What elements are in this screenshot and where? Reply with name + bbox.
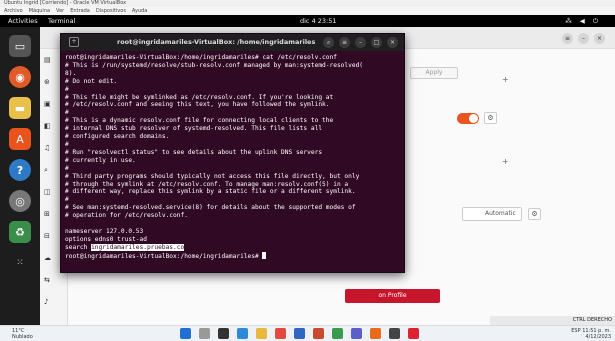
terminal-prompt-line: root@ingridamariles-VirtualBox:/home/ing…	[65, 251, 400, 261]
terminal-line: # See man:systemd-resolved.service(8) fo…	[65, 204, 356, 212]
close-icon[interactable]: ×	[594, 33, 605, 44]
minimize-icon[interactable]: –	[578, 33, 589, 44]
vbox-menubar: Archivo Máquina Ver Entrada Dispositivos…	[0, 7, 615, 15]
vbox-menu-dispositivos[interactable]: Dispositivos	[96, 7, 126, 15]
terminal-line: ​	[65, 220, 400, 228]
virtualbox-icon[interactable]	[370, 328, 381, 339]
start-icon[interactable]	[180, 328, 191, 339]
terminal-lines: root@ingridamariles-VirtualBox:/home/ing…	[65, 54, 400, 244]
clock[interactable]: dic 4 23:51	[300, 15, 337, 27]
terminal-line: nameserver 127.0.0.53	[65, 227, 144, 235]
close-icon[interactable]: ×	[387, 37, 398, 48]
activities-button[interactable]: Activities	[8, 15, 38, 27]
selected-search-domain: ingridamariles.pruebas.co	[91, 243, 185, 251]
vbox-menu-ayuda[interactable]: Ayuda	[132, 7, 147, 15]
weather-desc: Nublado	[12, 334, 33, 340]
menu-icon[interactable]: ≡	[339, 37, 350, 48]
proxy-mode-select[interactable]: Automatic	[462, 207, 522, 221]
help-icon[interactable]: ?	[9, 159, 31, 181]
terminal-output[interactable]: root@ingridamariles-VirtualBox:/home/ing…	[61, 51, 404, 274]
firefox-icon[interactable]: ◉	[9, 66, 31, 88]
terminal-line: # operation for /etc/resolv.conf.	[65, 212, 188, 220]
search-icon[interactable]: ⌕	[323, 37, 334, 48]
vbox-menu-entrada[interactable]: Entrada	[70, 7, 90, 15]
files-icon[interactable]: ▬	[9, 97, 31, 119]
show-apps-icon[interactable]: ⁙	[9, 252, 31, 274]
word-icon[interactable]	[294, 328, 305, 339]
terminal-window-controls: ⌕ ≡ – □ ×	[323, 37, 398, 48]
sidebar-item-sound-icon[interactable]: ♪	[40, 291, 67, 313]
add-icon[interactable]: +	[502, 157, 509, 166]
app-center-icon[interactable]: A	[9, 128, 31, 150]
gear-icon[interactable]: ⚙	[528, 208, 541, 220]
app-icon[interactable]	[408, 328, 419, 339]
weather-widget[interactable]: 11°C Nublado	[12, 328, 33, 340]
ubuntu-top-bar: Activities Terminal dic 4 23:51 ⁂ ◀ ⏻	[0, 15, 615, 27]
vbox-menu-ver[interactable]: Ver	[56, 7, 64, 15]
powerpoint-icon[interactable]	[313, 328, 324, 339]
text-cursor	[262, 251, 267, 259]
tray-date: 4/12/2023	[585, 334, 611, 340]
add-icon[interactable]: +	[502, 75, 509, 84]
maximize-icon[interactable]: □	[371, 37, 382, 48]
terminal-search-line: search ingridamariles.pruebas.co	[65, 243, 400, 252]
taskbar-apps	[180, 328, 419, 339]
windows-taskbar: 11°C Nublado ESP 11:51 p. m. 4/12/2023	[0, 325, 615, 341]
terminal-icon[interactable]: ▭	[9, 35, 31, 57]
tray-language: ESP	[571, 328, 581, 334]
terminal-window[interactable]: + root@ingridamariles-VirtualBox: /home/…	[60, 33, 405, 273]
settings-window-controls: ≡ – ×	[562, 33, 605, 44]
vbox-window-title: Ubuntu Ingrid [Corriendo] - Oracle VM Vi…	[0, 0, 615, 7]
profile-button[interactable]: on Profile	[345, 289, 440, 303]
teams-icon[interactable]	[351, 328, 362, 339]
terminal-prompt: root@ingridamariles-VirtualBox:/home/ing…	[65, 252, 263, 260]
terminal-line: # This is /run/systemd/resolve/stub-reso…	[65, 61, 364, 69]
system-menu-icons[interactable]: ⁂ ◀ ⏻	[565, 15, 601, 27]
terminal-title: root@ingridamariles-VirtualBox: /home/in…	[117, 38, 316, 46]
ubuntu-dock: ▭ ◉ ▬ A ? ◎ ♻ ⁙	[0, 27, 40, 325]
terminal-line: # currently in use.	[65, 156, 136, 164]
chrome-icon[interactable]	[275, 328, 286, 339]
trash-icon[interactable]: ♻	[9, 221, 31, 243]
terminal-line: options edns0 trust-ad	[65, 235, 147, 243]
terminal-line: #	[65, 164, 69, 172]
terminal-line: # configured search domains.	[65, 133, 170, 141]
terminal-line: root@ingridamariles-VirtualBox:/home/ing…	[65, 54, 337, 61]
terminal-line: # Third party programs should typically …	[65, 172, 360, 180]
terminal-line: # /etc/resolv.conf and seeing this text,…	[65, 101, 330, 109]
terminal-line: # Run "resolvectl status" to see details…	[65, 148, 323, 156]
edge-icon[interactable]	[237, 328, 248, 339]
connection-toggle[interactable]	[457, 113, 479, 124]
terminal-line: # This file might be symlinked as /etc/r…	[65, 93, 334, 101]
search-icon[interactable]	[199, 328, 210, 339]
terminal-line: # internal DNS stub resolver of systemd-…	[65, 125, 323, 133]
terminal-line: # Do not edit.	[65, 77, 118, 85]
terminal-line: #	[65, 85, 69, 93]
vbox-menu-maquina[interactable]: Máquina	[29, 7, 50, 15]
terminal-line: # different way, replace this symlink by…	[65, 188, 356, 196]
app-menu-terminal[interactable]: Terminal	[48, 15, 75, 27]
search-keyword: search	[65, 243, 92, 251]
task-view-icon[interactable]	[218, 328, 229, 339]
terminal-line: #	[65, 196, 69, 204]
terminal-line: 8).	[65, 69, 77, 77]
minimize-icon[interactable]: –	[355, 37, 366, 48]
terminal-line: # This is a dynamic resolv.conf file for…	[65, 117, 334, 125]
gear-icon[interactable]: ⚙	[484, 112, 497, 124]
menu-icon[interactable]: ≡	[562, 33, 573, 44]
terminal-line: #	[65, 109, 69, 117]
excel-icon[interactable]	[332, 328, 343, 339]
file-explorer-icon[interactable]	[256, 328, 267, 339]
new-tab-icon[interactable]: +	[69, 37, 79, 47]
terminal-line: # through the symlink at /etc/resolv.con…	[65, 180, 349, 188]
app-icon[interactable]	[389, 328, 400, 339]
vbox-status-bar: CTRL DERECHO	[490, 316, 615, 325]
disc-icon[interactable]: ◎	[9, 190, 31, 212]
vbox-menu-archivo[interactable]: Archivo	[4, 7, 23, 15]
terminal-line: #	[65, 140, 69, 148]
terminal-header[interactable]: + root@ingridamariles-VirtualBox: /home/…	[61, 34, 404, 51]
system-tray[interactable]: ESP 11:51 p. m. 4/12/2023	[571, 328, 611, 340]
apply-button[interactable]: Apply	[410, 67, 458, 79]
